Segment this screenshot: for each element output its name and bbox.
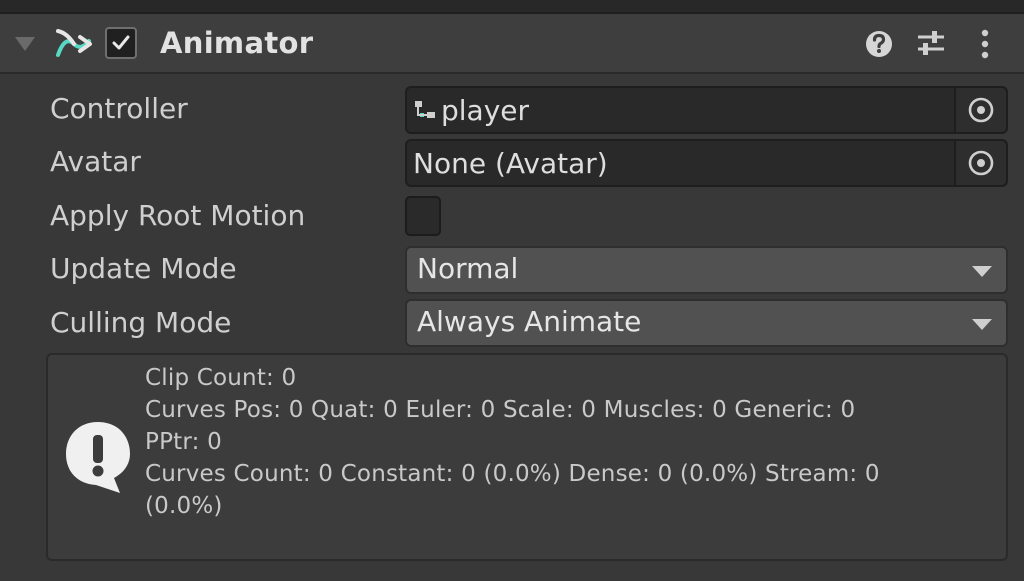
object-picker-icon [968, 150, 994, 176]
controller-value: player [441, 94, 530, 127]
component-header[interactable]: Animator [0, 14, 1024, 74]
avatar-label: Avatar [50, 145, 141, 178]
update-mode-value: Normal [417, 252, 519, 285]
pptr-text: PPtr: 0 [145, 429, 222, 455]
apply-root-motion-label: Apply Root Motion [50, 199, 306, 232]
component-enabled-checkbox[interactable] [105, 27, 137, 59]
help-icon[interactable] [862, 27, 896, 61]
update-mode-label: Update Mode [50, 252, 237, 285]
component-title: Animator [160, 26, 314, 60]
chevron-down-icon [972, 266, 992, 277]
object-picker-icon [968, 97, 994, 123]
kebab-menu-icon[interactable] [970, 27, 1000, 61]
culling-mode-value: Always Animate [417, 305, 642, 338]
checkmark-icon [112, 35, 130, 50]
foldout-arrow-icon[interactable] [15, 37, 35, 51]
avatar-value: None (Avatar) [413, 147, 608, 180]
chevron-down-icon [972, 319, 992, 330]
controller-label: Controller [50, 92, 188, 125]
curves-count-text: Curves Count: 0 Constant: 0 (0.0%) Dense… [145, 461, 880, 487]
controller-field[interactable]: player [405, 86, 1008, 134]
animator-controller-icon [415, 101, 435, 118]
inspector-top-strip [0, 0, 1024, 14]
clip-count-text: Clip Count: 0 [145, 365, 297, 391]
warning-speech-bubble-icon [66, 422, 130, 493]
apply-root-motion-checkbox[interactable] [405, 196, 441, 236]
avatar-field[interactable]: None (Avatar) [405, 139, 1008, 187]
curves-pos-text: Curves Pos: 0 Quat: 0 Euler: 0 Scale: 0 … [145, 397, 856, 423]
animator-icon [56, 29, 92, 57]
controller-value-wrap: player [413, 94, 529, 127]
clip-info-text: Clip Count: 0 Curves Pos: 0 Quat: 0 Eule… [145, 362, 995, 522]
controller-object-picker[interactable] [954, 88, 1006, 132]
culling-mode-dropdown[interactable]: Always Animate [405, 299, 1008, 347]
culling-mode-label: Culling Mode [50, 306, 232, 339]
curves-count-percent-text: (0.0%) [145, 493, 223, 519]
clip-info-helpbox: Clip Count: 0 Curves Pos: 0 Quat: 0 Eule… [46, 353, 1008, 561]
update-mode-dropdown[interactable]: Normal [405, 246, 1008, 294]
avatar-object-picker[interactable] [954, 141, 1006, 185]
preset-icon[interactable] [914, 27, 948, 61]
